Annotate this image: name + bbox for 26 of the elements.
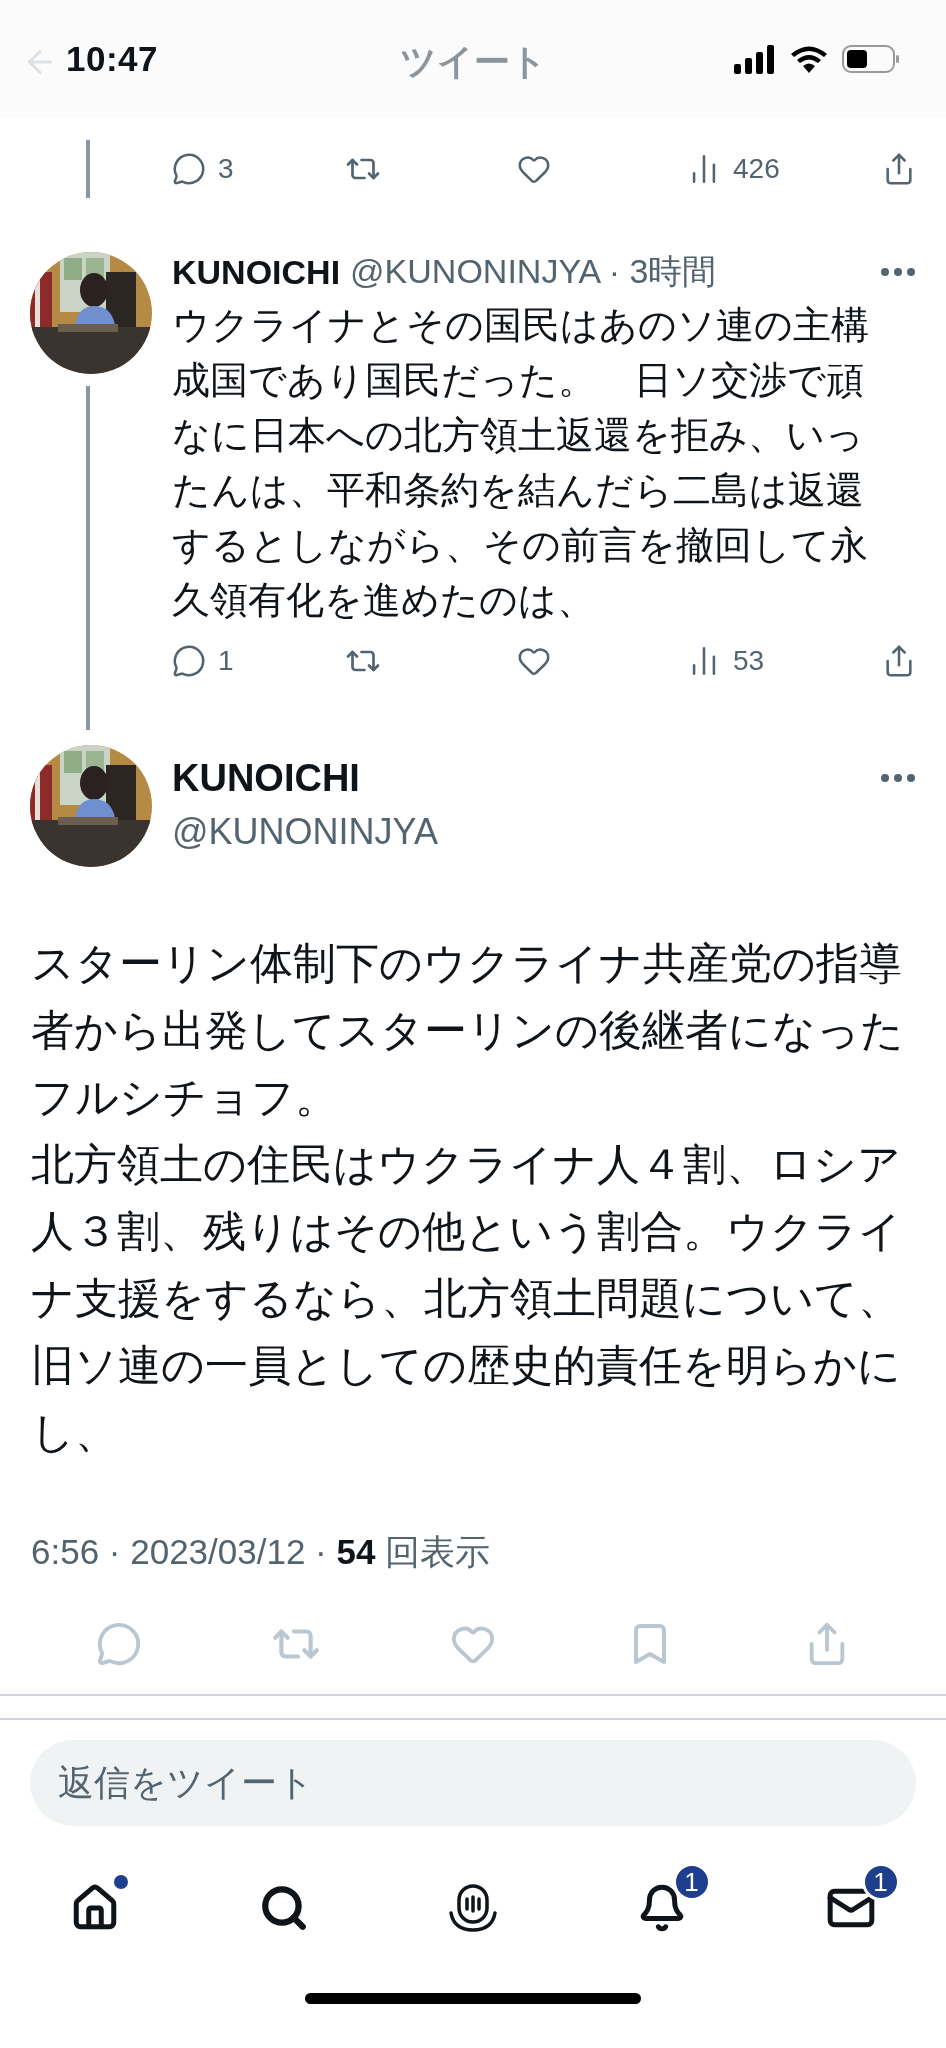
tweet-paragraph: 北方領土の住民はウクライナ人４割、ロシア人３割、残りはその他という割合。ウクライナ支援をするなら、北方領土問題について、旧ソ連の一員としての歴史的責任を明らかにし、 bbox=[31, 1139, 903, 1458]
user-name: KUNOICHI bbox=[172, 756, 360, 800]
user-name: KUNOICHI bbox=[172, 252, 341, 292]
tweet-text: ウクライナとその国民はあのソ連の主構成国であり国民だった。 日ソ交渉で頑なに日本への北方領土返還を拒み、いったんは、平和条約を結んだら二島は返還するとしながら、その前言を撤回して永久領有化を進めたのは、 bbox=[172, 303, 870, 623]
microphone-icon bbox=[447, 1883, 498, 1933]
speech-bubble-icon bbox=[172, 644, 206, 678]
tweet-meta: 6:56 · 2023/03/12 · 54 回表示 bbox=[31, 1531, 492, 1573]
more-button[interactable] bbox=[880, 773, 916, 783]
tweet-paragraph: スターリン体制下のウクライナ共産党の指導者から出発してスターリンの後継者になったフルシチョフ。 bbox=[31, 938, 905, 1123]
user-handle: @KUNONINJYA bbox=[172, 810, 439, 854]
views-button[interactable]: 53 bbox=[687, 644, 765, 678]
reply-button[interactable]: 1 bbox=[172, 644, 234, 678]
user-handle: @KUNONINJYA · 3時間 bbox=[350, 251, 717, 292]
notifications-tab[interactable]: 1 bbox=[612, 1863, 711, 1933]
reply-button[interactable]: 3 bbox=[172, 152, 234, 186]
battery-icon bbox=[842, 45, 900, 73]
wifi-icon bbox=[790, 44, 828, 74]
status-time: 10:47 bbox=[66, 39, 159, 79]
more-button[interactable] bbox=[880, 267, 916, 277]
speech-bubble-icon bbox=[172, 152, 206, 186]
reply-field[interactable]: 返信をツイート bbox=[30, 1740, 916, 1826]
count-badge: 1 bbox=[861, 1863, 900, 1901]
views-button[interactable]: 426 bbox=[687, 152, 780, 186]
signal-icon bbox=[734, 44, 776, 74]
messages-tab[interactable]: 1 bbox=[801, 1863, 900, 1933]
header-title: ツイート bbox=[399, 40, 547, 84]
